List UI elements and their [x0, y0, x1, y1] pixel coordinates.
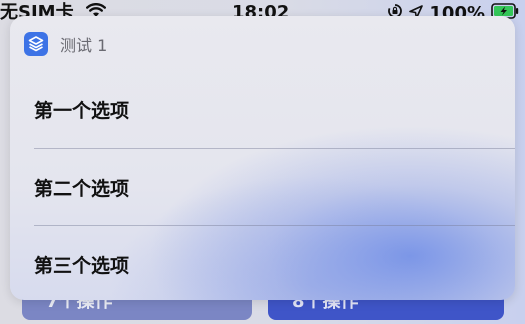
option-3[interactable]: 第三个选项 [10, 226, 515, 300]
option-1[interactable]: 第一个选项 [10, 71, 515, 147]
option-label: 第一个选项 [34, 99, 130, 122]
shortcuts-icon [24, 32, 48, 56]
action-sheet: 测试 1 第一个选项 第二个选项 第三个选项 [10, 16, 515, 300]
option-2[interactable]: 第二个选项 [10, 149, 515, 225]
sheet-header: 测试 1 [24, 31, 107, 57]
app-name: 测试 1 [60, 36, 108, 55]
option-label: 第三个选项 [34, 254, 130, 277]
option-label: 第二个选项 [34, 177, 130, 200]
